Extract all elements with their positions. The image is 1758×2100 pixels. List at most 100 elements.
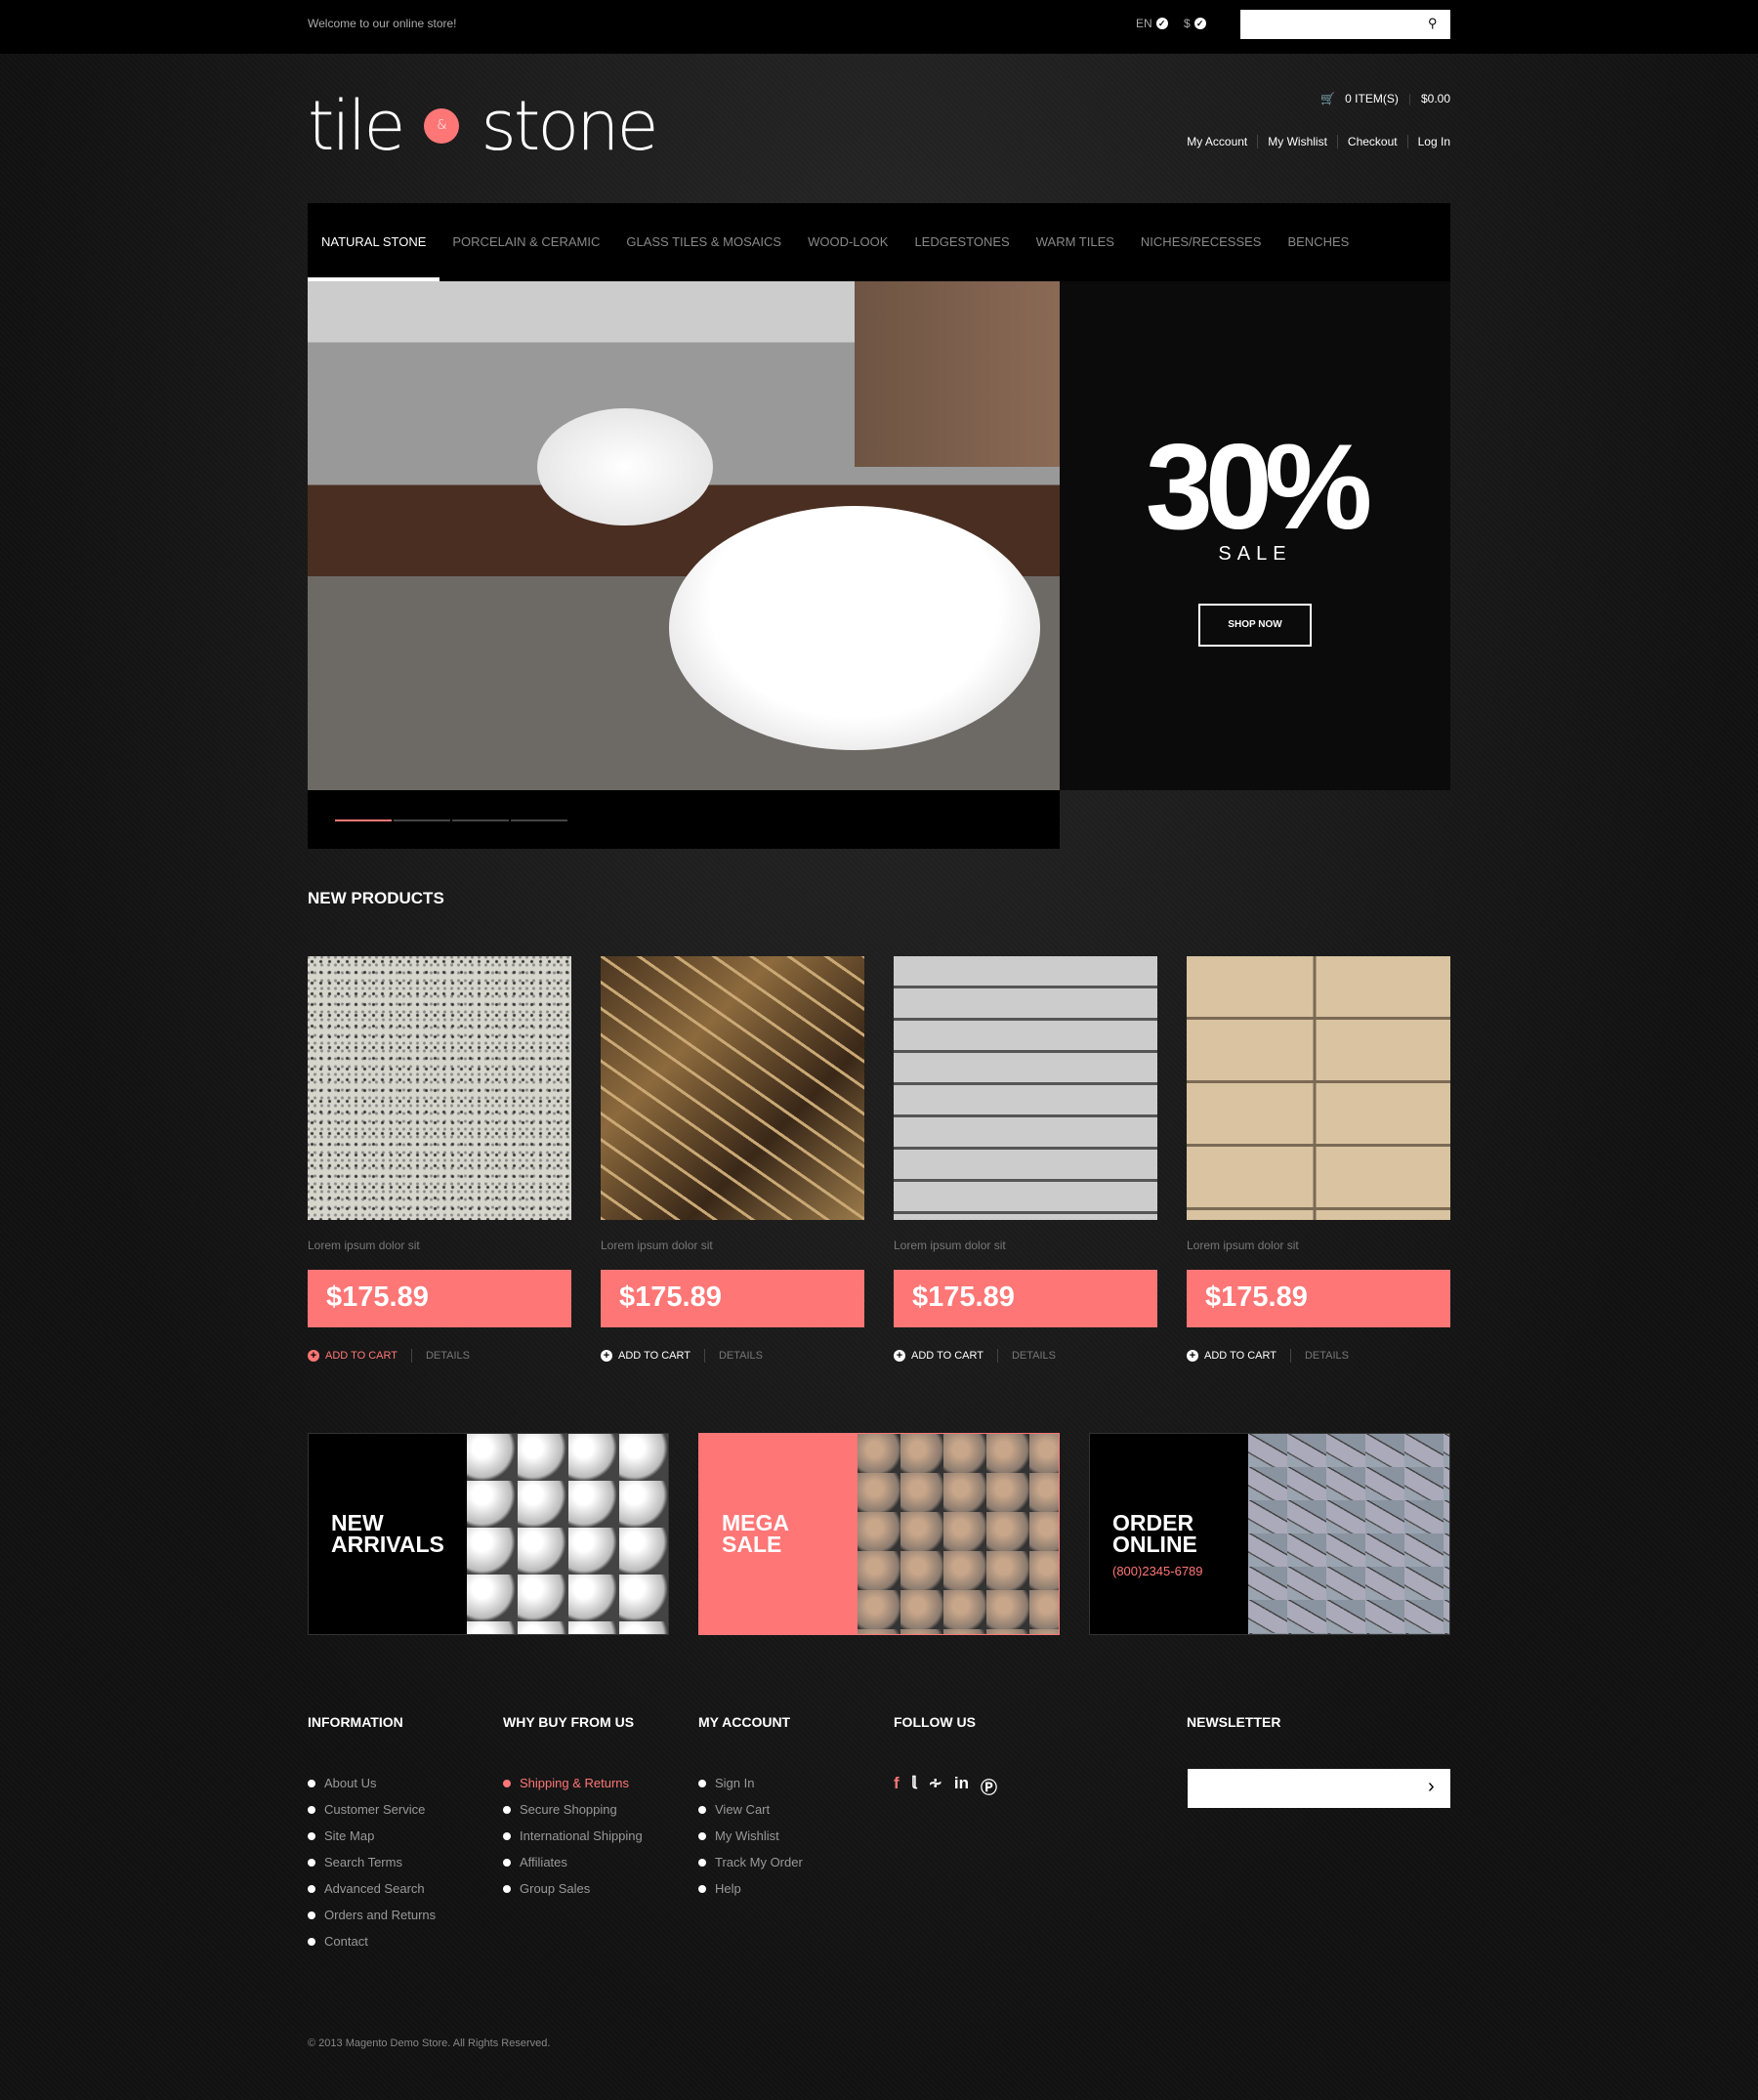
product-name[interactable]: Lorem ipsum dolor sit xyxy=(308,1239,420,1252)
nav-porcelain-ceramic[interactable]: PORCELAIN & CERAMIC xyxy=(452,203,600,281)
product-name[interactable]: Lorem ipsum dolor sit xyxy=(1187,1239,1299,1252)
footer-heading: WHY BUY FROM US xyxy=(503,1714,635,1730)
product-name[interactable]: Lorem ipsum dolor sit xyxy=(601,1239,713,1252)
details-link[interactable]: DETAILS xyxy=(426,1350,470,1362)
add-to-cart-button[interactable]: ADD TO CART xyxy=(325,1350,398,1362)
footer-list-account: Sign In View Cart My Wishlist Track My Orde… xyxy=(698,1770,803,1902)
facebook-icon[interactable]: f xyxy=(894,1774,900,1798)
pager-dot[interactable] xyxy=(394,819,450,821)
footer-link[interactable]: View Cart xyxy=(698,1796,803,1823)
footer-link[interactable]: International Shipping xyxy=(503,1823,643,1849)
banner-text: ONLINE xyxy=(1112,1532,1197,1557)
check-icon xyxy=(698,1884,706,1893)
check-icon xyxy=(698,1858,706,1867)
nav-glass-tiles[interactable]: GLASS TILES & MOSAICS xyxy=(626,203,781,281)
footer-link-label: Contact xyxy=(324,1934,368,1949)
product-price: $175.89 xyxy=(601,1270,864,1327)
stones-image xyxy=(858,1434,1059,1634)
footer-link[interactable]: Contact xyxy=(308,1928,436,1954)
footer-link[interactable]: Secure Shopping xyxy=(503,1796,643,1823)
nav-wood-look[interactable]: WOOD-LOOK xyxy=(808,203,888,281)
nav-niches[interactable]: NICHES/RECESSES xyxy=(1141,203,1262,281)
footer-link[interactable]: Search Terms xyxy=(308,1849,436,1875)
product-image[interactable] xyxy=(1187,956,1450,1220)
footer-list-information: About Us Customer Service Site Map Search T… xyxy=(308,1770,436,1954)
cart-icon: 🛒 xyxy=(1320,92,1336,105)
divider xyxy=(996,1349,998,1363)
cart-summary[interactable]: 🛒 0 ITEM(S) | $0.00 xyxy=(1320,92,1450,105)
details-link[interactable]: DETAILS xyxy=(1012,1350,1056,1362)
product-image[interactable] xyxy=(308,956,571,1220)
welcome-message: Welcome to our online store! xyxy=(308,17,457,30)
footer-link[interactable]: Site Map xyxy=(308,1823,436,1849)
footer-link-label: Secure Shopping xyxy=(520,1802,617,1817)
footer-link[interactable]: Group Sales xyxy=(503,1875,643,1902)
footer-link[interactable]: Orders and Returns xyxy=(308,1902,436,1928)
product-price: $175.89 xyxy=(894,1270,1157,1327)
footer-link[interactable]: Affiliates xyxy=(503,1849,643,1875)
pager-dot[interactable] xyxy=(335,819,392,821)
footer-link-label: Orders and Returns xyxy=(324,1908,437,1922)
product-image[interactable] xyxy=(894,956,1157,1220)
rss-icon[interactable]: ∻ xyxy=(929,1774,942,1798)
search-icon[interactable]: ⚲ xyxy=(1428,16,1438,31)
details-link[interactable]: DETAILS xyxy=(1305,1350,1349,1362)
footer-link[interactable]: Track My Order xyxy=(698,1849,803,1875)
check-icon xyxy=(308,1911,315,1919)
chevron-right-icon[interactable]: › xyxy=(1428,1776,1435,1798)
language-selector[interactable]: EN ✓ xyxy=(1136,17,1168,30)
add-to-cart-button[interactable]: ADD TO CART xyxy=(1204,1350,1277,1362)
nav-warm-tiles[interactable]: WARM TILES xyxy=(1036,203,1114,281)
nav-ledgestones[interactable]: LEDGESTONES xyxy=(914,203,1009,281)
add-to-cart-button[interactable]: ADD TO CART xyxy=(618,1350,691,1362)
footer-link[interactable]: Advanced Search xyxy=(308,1875,436,1902)
door-shape xyxy=(855,281,1060,467)
link-checkout[interactable]: Checkout xyxy=(1336,135,1407,148)
banner-mega-sale[interactable]: MEGA SALE xyxy=(698,1433,1060,1635)
twitter-icon[interactable]: 𝕝 xyxy=(911,1774,917,1798)
link-my-wishlist[interactable]: My Wishlist xyxy=(1257,135,1337,148)
nav-benches[interactable]: BENCHES xyxy=(1287,203,1349,281)
newsletter-input[interactable] xyxy=(1188,1769,1450,1808)
footer-link-label: Shipping & Returns xyxy=(520,1776,630,1790)
footer-link[interactable]: Sign In xyxy=(698,1770,803,1796)
product-price: $175.89 xyxy=(1187,1270,1450,1327)
footer-link-label: International Shipping xyxy=(520,1828,643,1843)
check-icon xyxy=(503,1831,511,1840)
check-icon xyxy=(308,1805,315,1814)
nav-natural-stone[interactable]: NATURAL STONE xyxy=(307,203,440,281)
pinterest-icon[interactable]: Ⓟ xyxy=(981,1774,997,1798)
footer-link-label: Group Sales xyxy=(520,1881,591,1896)
footer-link[interactable]: Shipping & Returns xyxy=(503,1770,643,1796)
pager-dot[interactable] xyxy=(452,819,509,821)
footer-link[interactable]: My Wishlist xyxy=(698,1823,803,1849)
footer-link[interactable]: Help xyxy=(698,1875,803,1902)
rocks-image xyxy=(1248,1434,1449,1634)
details-link[interactable]: DETAILS xyxy=(719,1350,763,1362)
check-icon xyxy=(308,1858,315,1867)
linkedin-icon[interactable]: in xyxy=(954,1774,969,1798)
footer-link[interactable]: Customer Service xyxy=(308,1796,436,1823)
pager-dot[interactable] xyxy=(511,819,567,821)
top-bar xyxy=(0,0,1758,54)
currency-selector[interactable]: $ ✓ xyxy=(1184,17,1206,30)
search-input[interactable] xyxy=(1240,10,1450,39)
check-icon xyxy=(308,1779,315,1787)
link-log-in[interactable]: Log In xyxy=(1406,135,1450,148)
footer-heading: INFORMATION xyxy=(308,1714,403,1730)
link-my-account[interactable]: My Account xyxy=(1177,135,1257,148)
check-icon xyxy=(503,1858,511,1867)
footer-heading: FOLLOW US xyxy=(894,1714,976,1730)
product-image[interactable] xyxy=(601,956,864,1220)
slider-pager xyxy=(308,790,1060,849)
product-name[interactable]: Lorem ipsum dolor sit xyxy=(894,1239,1006,1252)
cart-items: 0 ITEM(S) xyxy=(1345,92,1399,105)
product-actions: + ADD TO CART DETAILS xyxy=(1187,1349,1349,1363)
banner-new-arrivals[interactable]: NEW ARRIVALS xyxy=(308,1433,669,1635)
shop-now-button[interactable]: SHOP NOW xyxy=(1198,604,1312,647)
add-to-cart-button[interactable]: ADD TO CART xyxy=(911,1350,984,1362)
chevron-down-icon: ✓ xyxy=(1155,18,1168,29)
banner-order-online[interactable]: ORDER ONLINE (800)2345-6789 xyxy=(1089,1433,1450,1635)
logo[interactable]: tile & stone xyxy=(308,86,659,166)
footer-link[interactable]: About Us xyxy=(308,1770,436,1796)
